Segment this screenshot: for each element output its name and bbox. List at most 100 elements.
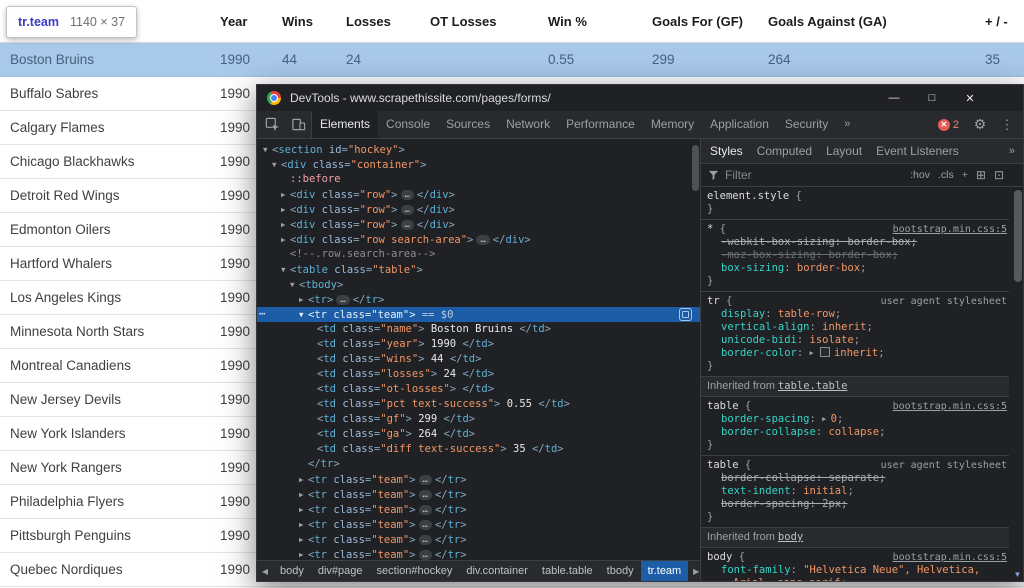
expand-value-icon[interactable]: ▶ (810, 349, 818, 357)
settings-gear-icon[interactable]: ⚙ (967, 116, 993, 133)
reveal-node-icon[interactable] (679, 308, 692, 321)
expand-arrow-icon[interactable]: ▶ (299, 502, 308, 517)
rule-selector[interactable]: table (707, 400, 739, 412)
sidebar-tab-computed[interactable]: Computed (750, 139, 819, 163)
sidebar-tabs-overflow[interactable]: » (1009, 145, 1023, 157)
sidebar-tab-layout[interactable]: Layout (819, 139, 869, 163)
dom-tree-node[interactable]: ▶ <tr class="team">… </tr> (257, 487, 700, 502)
dom-tree-node[interactable]: ▶ <tr class="team">… </tr> (257, 517, 700, 532)
dom-tree-node[interactable]: ▶ <tr class="team">… </tr> (257, 532, 700, 547)
styles-scrollbar[interactable]: ▼ (1012, 186, 1023, 581)
expand-ellipsis-button[interactable]: … (418, 535, 432, 545)
stylesheet-link[interactable]: bootstrap.min.css:5 (887, 551, 1007, 564)
dom-tree-node[interactable]: </tr> (257, 457, 700, 472)
css-property[interactable]: font-family: "Helvetica Neue", Helvetica… (707, 564, 1007, 581)
dom-tree-node[interactable]: <td class="diff text-success"> 35 </td> (257, 442, 700, 457)
rule-selector[interactable]: tr (707, 295, 720, 307)
collapse-arrow-icon[interactable]: ▼ (281, 262, 290, 277)
dom-tree-node[interactable]: ▶ <div class="row">… </div> (257, 187, 700, 202)
expand-arrow-icon[interactable]: ▶ (281, 217, 290, 232)
styles-toolbar-[interactable]: + (962, 169, 968, 181)
error-badge[interactable]: ✕ 2 (937, 118, 959, 131)
device-toolbar-icon[interactable] (285, 111, 312, 138)
dom-tree-node[interactable]: <td class="pct text-success"> 0.55 </td> (257, 397, 700, 412)
collapse-arrow-icon[interactable]: ▼ (290, 277, 299, 292)
css-property[interactable]: vertical-align: inherit; (707, 321, 1007, 334)
dom-tree-node[interactable]: ▶ <tr>… </tr> (257, 292, 700, 307)
rule-selector[interactable]: element.style (707, 190, 789, 202)
dom-tree-node[interactable]: <td class="wins"> 44 </td> (257, 352, 700, 367)
rule-selector[interactable]: body (707, 551, 732, 563)
stylesheet-link[interactable]: bootstrap.min.css:5 (887, 223, 1007, 236)
css-property[interactable]: border-color: ▶ inherit; (707, 347, 1007, 360)
inherited-link[interactable]: table.table (778, 380, 848, 392)
expand-ellipsis-button[interactable]: … (418, 505, 432, 515)
dom-tree-node[interactable]: ▶ <div class="row">… </div> (257, 202, 700, 217)
tab-network[interactable]: Network (498, 111, 558, 138)
color-swatch[interactable] (819, 347, 830, 357)
dom-tree-node[interactable]: <td class="ot-losses"> </td> (257, 382, 700, 397)
tab-sources[interactable]: Sources (438, 111, 498, 138)
dom-tree-node[interactable]: <!--.row.search-area--> (257, 247, 700, 262)
sidebar-tab-styles[interactable]: Styles (703, 139, 750, 163)
breadcrumb-section-hockey[interactable]: section#hockey (370, 561, 460, 581)
breadcrumb-div-container[interactable]: div.container (459, 561, 535, 581)
tab-console[interactable]: Console (378, 111, 438, 138)
expand-ellipsis-button[interactable]: … (400, 205, 414, 215)
breadcrumb-tr-team[interactable]: tr.team (640, 561, 689, 581)
breadcrumb-body[interactable]: body (273, 561, 311, 581)
dom-tree-node[interactable]: ::before (257, 172, 700, 187)
expand-ellipsis-button[interactable]: … (336, 295, 350, 305)
close-button[interactable]: ✕ (951, 92, 989, 105)
css-property[interactable]: unicode-bidi: isolate; (707, 334, 1007, 347)
tab-performance[interactable]: Performance (558, 111, 643, 138)
styles-scrollbar-thumb[interactable] (1014, 190, 1022, 282)
expand-arrow-icon[interactable]: ▶ (299, 547, 308, 560)
dom-tree-node[interactable]: ▶ <tr class="team">… </tr> (257, 547, 700, 560)
dom-tree-node[interactable]: <td class="name"> Boston Bruins </td> (257, 322, 700, 337)
dom-tree-node[interactable]: ▶ <tr class="team">… </tr> (257, 502, 700, 517)
collapse-arrow-icon[interactable]: ▼ (299, 307, 308, 322)
expand-arrow-icon[interactable]: ▶ (299, 472, 308, 487)
expand-arrow-icon[interactable]: ▶ (299, 532, 308, 547)
dom-tree-node[interactable]: ▶ <tr class="team">… </tr> (257, 472, 700, 487)
sidebar-tab-event-listeners[interactable]: Event Listeners (869, 139, 966, 163)
tab-security[interactable]: Security (777, 111, 836, 138)
dom-tree-node[interactable]: ▶ <div class="row search-area">… </div> (257, 232, 700, 247)
expand-arrow-icon[interactable]: ▶ (299, 487, 308, 502)
dom-tree-node[interactable]: <td class="gf"> 299 </td> (257, 412, 700, 427)
inspect-element-icon[interactable] (259, 111, 285, 138)
css-property[interactable]: border-collapse: collapse; (707, 426, 1007, 439)
css-property[interactable]: -webkit-box-sizing: border-box; (707, 236, 1007, 249)
computed-grid-icon[interactable]: ⊞ (976, 168, 986, 182)
filter-input[interactable]: Filter (725, 168, 752, 182)
expand-ellipsis-button[interactable]: … (418, 490, 432, 500)
sidebar-pane-icon[interactable]: ⊡ (994, 168, 1004, 182)
expand-arrow-icon[interactable]: ▶ (281, 232, 290, 247)
expand-ellipsis-button[interactable]: … (400, 220, 414, 230)
expand-arrow-icon[interactable]: ▶ (299, 517, 308, 532)
node-menu-grip[interactable]: ⋯ (259, 307, 265, 322)
dom-tree-node[interactable]: ▼ <table class="table"> (257, 262, 700, 277)
stylesheet-link[interactable]: bootstrap.min.css:5 (887, 400, 1007, 413)
breadcrumb-div-page[interactable]: div#page (311, 561, 370, 581)
dom-tree-node[interactable]: ▼ <div class="container"> (257, 157, 700, 172)
crumbs-scroll-left-icon[interactable]: ◀ (257, 567, 273, 576)
css-property[interactable]: border-spacing: 2px; (707, 498, 1007, 511)
tab-memory[interactable]: Memory (643, 111, 702, 138)
breadcrumb-tbody[interactable]: tbody (600, 561, 641, 581)
rule-selector[interactable]: table (707, 459, 739, 471)
expand-ellipsis-button[interactable]: … (418, 550, 432, 560)
crumbs-scroll-right-icon[interactable]: ▶ (688, 567, 700, 576)
dom-tree-node[interactable]: ⋯ ▼ <tr class="team"> == $0 (257, 307, 700, 322)
minimize-button[interactable]: — (875, 92, 913, 105)
dom-tree-node[interactable]: <td class="year"> 1990 </td> (257, 337, 700, 352)
expand-value-icon[interactable]: ▶ (822, 415, 830, 423)
expand-arrow-icon[interactable]: ▶ (281, 202, 290, 217)
expand-ellipsis-button[interactable]: … (418, 520, 432, 530)
expand-arrow-icon[interactable]: ▶ (281, 187, 290, 202)
panel-tabs-overflow[interactable]: » (836, 111, 858, 138)
more-options-icon[interactable]: ⋮ (1001, 117, 1014, 133)
css-property[interactable]: -moz-box-sizing: border-box; (707, 249, 1007, 262)
breadcrumb-table-table[interactable]: table.table (535, 561, 600, 581)
